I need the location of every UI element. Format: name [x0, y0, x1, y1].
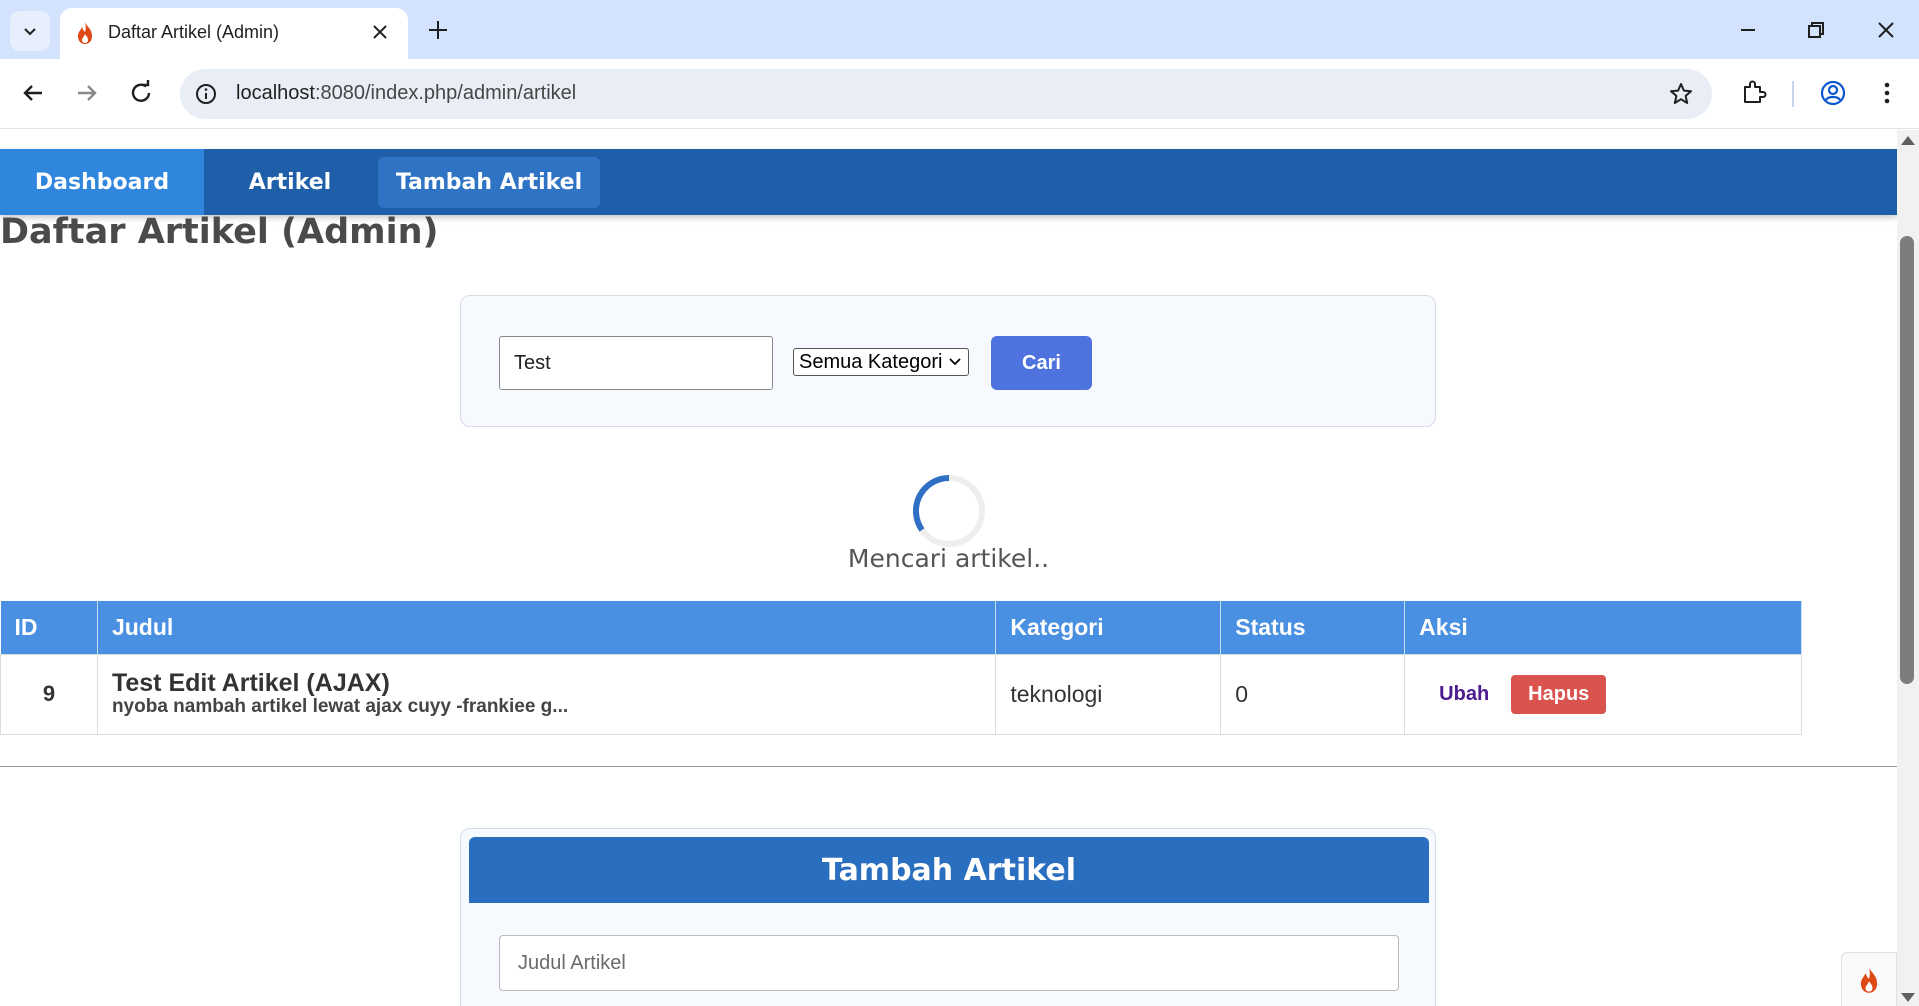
- url-path: :8080/index.php/admin/artikel: [314, 82, 577, 104]
- extensions-puzzle-icon[interactable]: [1738, 77, 1770, 109]
- cell-kategori: teknologi: [995, 653, 1222, 735]
- page-scrollbar[interactable]: [1897, 130, 1919, 1006]
- search-button[interactable]: Cari: [991, 336, 1092, 390]
- article-title: Test Edit Artikel (AJAX): [111, 669, 390, 697]
- kebab-menu-icon[interactable]: [1871, 77, 1903, 109]
- chevron-down-icon: [24, 28, 36, 36]
- cell-id: 9: [0, 653, 98, 735]
- category-select-value: Semua Kategori: [799, 351, 943, 373]
- cell-judul: Test Edit Artikel (AJAX) nyoba nambah ar…: [96, 653, 997, 735]
- tab-title: Daftar Artikel (Admin): [108, 22, 280, 42]
- browser-toolbar: localhost:8080/index.php/admin/artikel: [0, 59, 1919, 129]
- edit-link[interactable]: Ubah: [1439, 683, 1489, 706]
- search-input[interactable]: [499, 336, 773, 390]
- col-header-aksi: Aksi: [1404, 601, 1802, 654]
- flame-icon: [78, 22, 92, 44]
- scroll-up-arrow-icon[interactable]: [1901, 136, 1915, 145]
- form-title: Tambah Artikel: [469, 837, 1429, 903]
- table-row: 9 Test Edit Artikel (AJAX) nyoba nambah …: [0, 653, 1802, 735]
- col-header-id: ID: [0, 601, 98, 654]
- judul-input[interactable]: [499, 935, 1399, 991]
- page-viewport: Dashboard Artikel Tambah Artikel Daftar …: [0, 130, 1919, 1006]
- add-article-form: Tambah Artikel: [460, 828, 1436, 1006]
- article-excerpt: nyoba nambah artikel lewat ajax cuyy -fr…: [111, 696, 569, 717]
- loading-spinner-icon: [913, 475, 985, 547]
- chevron-down-icon: [949, 358, 961, 366]
- nav-dashboard[interactable]: Dashboard: [0, 149, 204, 215]
- info-icon[interactable]: [194, 82, 218, 106]
- toolbar-separator: [1792, 81, 1794, 107]
- close-icon[interactable]: [368, 20, 392, 44]
- scroll-thumb[interactable]: [1900, 236, 1914, 684]
- col-header-kategori: Kategori: [995, 601, 1222, 654]
- url-text[interactable]: localhost:8080/index.php/admin/artikel: [236, 82, 576, 105]
- forward-arrow-icon[interactable]: [70, 76, 104, 110]
- restore-icon[interactable]: [1800, 14, 1832, 46]
- address-bar[interactable]: localhost:8080/index.php/admin/artikel: [180, 69, 1712, 119]
- nav-artikel[interactable]: Artikel: [220, 149, 360, 215]
- flame-icon: [1860, 967, 1878, 993]
- reload-icon[interactable]: [124, 76, 158, 110]
- new-tab-icon[interactable]: [424, 16, 452, 44]
- window-close-icon[interactable]: [1870, 14, 1902, 46]
- col-header-judul: Judul: [97, 601, 997, 654]
- admin-navbar: Dashboard Artikel Tambah Artikel: [0, 149, 1897, 215]
- section-divider: [0, 766, 1897, 767]
- col-header-status: Status: [1220, 601, 1406, 654]
- nav-tambah-artikel[interactable]: Tambah Artikel: [378, 157, 600, 208]
- loading-text: Mencari artikel..: [847, 544, 1050, 573]
- table-header-row: ID Judul Kategori Status Aksi: [0, 601, 1802, 654]
- bookmark-star-icon[interactable]: [1668, 81, 1694, 107]
- back-arrow-icon[interactable]: [16, 76, 50, 110]
- search-form: Semua Kategori Cari: [460, 295, 1436, 427]
- page-title: Daftar Artikel (Admin): [0, 212, 439, 252]
- minimize-icon[interactable]: [1732, 14, 1764, 46]
- tab-search-button[interactable]: [10, 11, 50, 51]
- scroll-down-arrow-icon[interactable]: [1901, 993, 1915, 1002]
- url-host: localhost: [236, 82, 315, 104]
- cell-status: 0: [1220, 653, 1406, 735]
- profile-avatar-icon[interactable]: [1817, 77, 1849, 109]
- category-select[interactable]: Semua Kategori: [793, 348, 969, 376]
- debug-toolbar-toggle[interactable]: [1841, 952, 1897, 1006]
- delete-button[interactable]: Hapus: [1511, 674, 1607, 714]
- browser-tab-active[interactable]: Daftar Artikel (Admin): [60, 8, 408, 59]
- browser-tab-bar: Daftar Artikel (Admin): [0, 0, 1919, 59]
- cell-aksi: Ubah Hapus: [1404, 653, 1802, 735]
- articles-table: ID Judul Kategori Status Aksi 9 Test Edi…: [0, 601, 1802, 735]
